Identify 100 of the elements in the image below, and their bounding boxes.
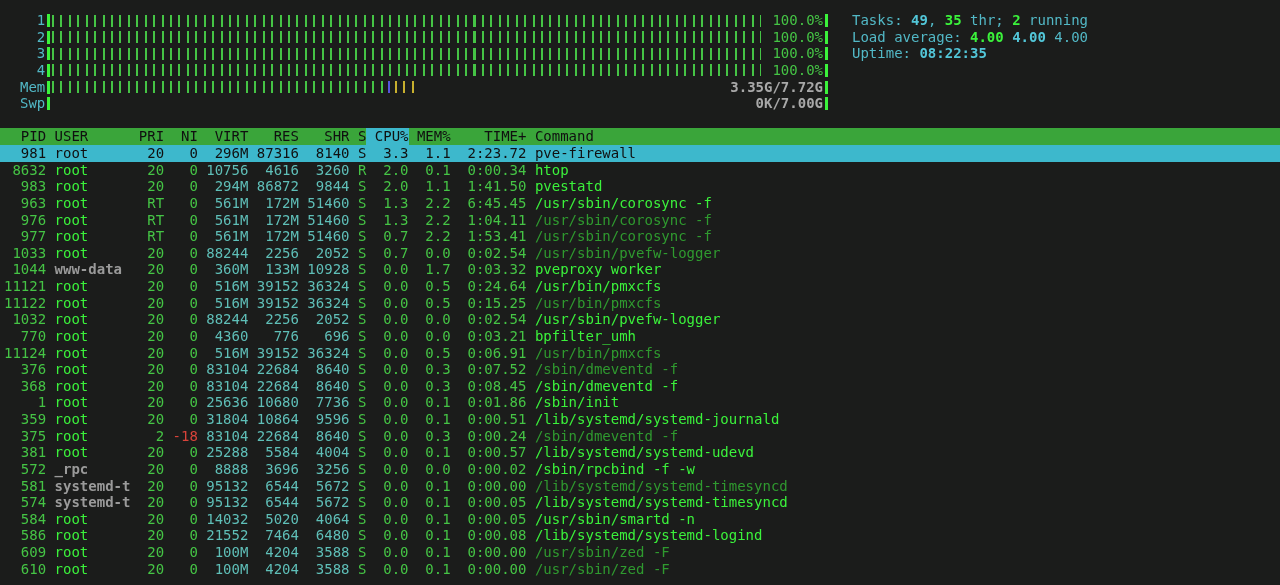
table-cell-text: 1032 [11, 311, 47, 328]
table-cell-text: 10680 [255, 394, 299, 411]
table-cell-text: S [356, 527, 367, 544]
column-header[interactable]: TIME+ [450, 128, 527, 145]
table-cell-text: 574 [19, 494, 47, 511]
column-header[interactable]: MEM% [408, 128, 451, 145]
column-header[interactable]: S [349, 128, 367, 145]
table-cell-text: 14032 [205, 510, 249, 528]
table-cell-text: 20 [146, 544, 165, 561]
column-header[interactable]: PID [4, 128, 47, 145]
table-cell-text: /usr/sbin/smartd -n [533, 510, 697, 528]
table-cell-text: 0.5 [424, 278, 451, 295]
table-cell-text: 0:15.25 [466, 294, 527, 312]
table-cell-text: S [356, 194, 367, 212]
table-cell-text: 0.0 [382, 560, 409, 578]
process-row[interactable]: 981 root 20 0 296M 87316 8140 S 3.3 1.1 2:23.72 pve-firewall [0, 145, 1280, 162]
table-cell-text: root [53, 211, 90, 229]
table-cell-text: 22684 [255, 427, 299, 445]
table-cell: 11124 [4, 344, 47, 362]
table-cell-text: root [53, 178, 90, 195]
table-cell-text: 0 [188, 560, 198, 578]
table-cell-text: /usr/sbin/pvefw-logger [533, 244, 722, 262]
table-cell-text: 516M [213, 344, 249, 362]
table-cell-text: 83104 [205, 427, 249, 445]
column-header[interactable]: VIRT [197, 128, 249, 145]
table-cell-text: 31804 [205, 411, 249, 428]
table-cell-text: S [356, 510, 367, 528]
table-cell-text: 0.0 [382, 394, 409, 411]
table-cell-text: 572 [19, 460, 47, 478]
column-header[interactable]: PRI [130, 128, 165, 145]
column-header[interactable]: CPU% [366, 128, 409, 145]
table-cell-text: 20 [146, 377, 165, 395]
table-cell-text: /usr/bin/pmxcfs [533, 278, 663, 295]
table-cell-text: S [356, 278, 367, 295]
table-cell-text: /lib/systemd/systemd-timesyncd [533, 494, 789, 511]
table-cell-text: 20 [146, 278, 165, 295]
table-cell-text: root [53, 228, 90, 245]
table-cell-text: 172M [264, 211, 299, 229]
table-cell-text: 0:02.54 [466, 311, 527, 328]
column-header[interactable]: RES [248, 128, 299, 145]
table-cell-text: 0.0 [382, 361, 409, 378]
table-cell-text: 8640 [314, 377, 350, 395]
table-cell-text: 1:41.50 [466, 178, 527, 195]
table-cell-text: 1:04.11 [466, 211, 527, 229]
table-cell-text: 4204 [264, 560, 299, 578]
table-cell-text: systemd-t [53, 494, 131, 511]
table-cell-text: 21552 [205, 527, 249, 544]
table-cell-text: 0.0 [382, 294, 409, 312]
table-cell-text: 0.0 [382, 427, 409, 445]
table-cell-text: 0.1 [424, 544, 451, 561]
table-cell-text: root [53, 327, 90, 345]
table-cell-text: 1033 [11, 244, 47, 262]
table-cell-text: 0 [188, 228, 198, 245]
table-cell-text: 4064 [314, 510, 350, 528]
table-cell-text: 9596 [314, 411, 350, 428]
table-cell-text: 0 [188, 311, 198, 328]
table-cell-text: 20 [146, 460, 165, 478]
table-cell-text: 0.0 [424, 311, 451, 328]
table-cell-text: 0.1 [424, 477, 451, 495]
table-cell-text: root [53, 560, 90, 578]
table-cell-text: /usr/sbin/corosync -f [533, 228, 713, 245]
table-cell-text: 296M [213, 145, 249, 162]
table-cell-text: -18 [171, 427, 198, 445]
table-cell-text: 516M [213, 294, 249, 312]
table-cell-text: S [356, 311, 367, 328]
table-cell-text: S [356, 477, 367, 495]
table-cell-text: 0.0 [382, 527, 409, 544]
table-cell-text: 133M [264, 261, 299, 278]
table-cell-text: 0 [188, 377, 198, 395]
table-cell-text: 770 [19, 327, 47, 345]
table-cell-text: 0.0 [424, 244, 451, 262]
table-cell-text: S [356, 560, 367, 578]
table-cell-text: 0:03.21 [466, 327, 527, 345]
table-cell-text: 294M [213, 178, 249, 195]
table-cell-text: 1.3 [382, 211, 409, 229]
column-header[interactable]: Command [526, 128, 1280, 145]
table-cell-text: 981 [19, 145, 47, 162]
column-header[interactable]: NI [164, 128, 198, 145]
table-cell-text: S [356, 394, 367, 411]
table-cell-text: S [356, 145, 367, 162]
column-header[interactable]: USER [46, 128, 131, 145]
table-cell-text: root [53, 311, 90, 328]
table-cell-text: 0:00.00 [466, 544, 527, 561]
table-cell-text: 0.3 [424, 361, 451, 378]
table-cell-text: 0 [188, 544, 198, 561]
table-cell-text: 381 [19, 444, 47, 461]
table-cell-text: 22684 [255, 361, 299, 378]
meter-reading: 0K/7.00G [755, 97, 823, 111]
table-cell-text: 10756 [205, 161, 249, 179]
table-cell-text: 20 [146, 361, 165, 378]
table-cell-text: root [53, 427, 90, 445]
table-cell-text: S [356, 211, 367, 229]
table-cell-text: 3260 [314, 161, 350, 179]
table-cell-text: 1.1 [424, 178, 451, 195]
table-cell-text: 581 [19, 477, 47, 495]
column-header[interactable]: SHR [298, 128, 350, 145]
table-cell-text: 6:45.45 [466, 194, 527, 212]
meter-reading: 100.0% [772, 63, 823, 77]
table-cell-text: root [53, 510, 90, 528]
table-cell-text: 3588 [314, 544, 350, 561]
